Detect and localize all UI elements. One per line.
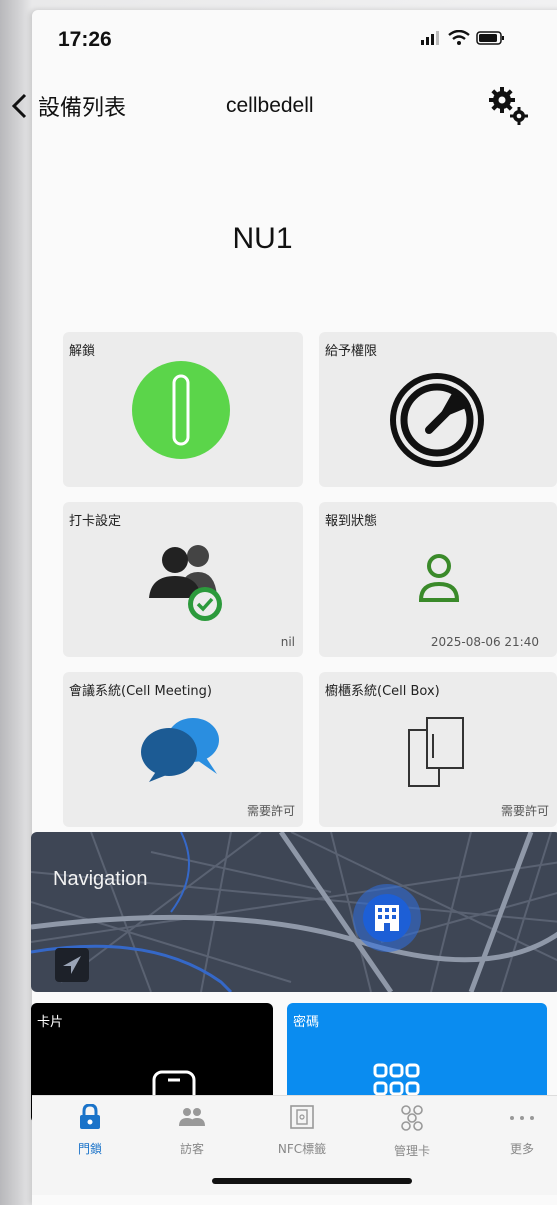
tab-door-lock[interactable]: 門鎖 [50,1103,130,1157]
tab-label: NFC標籤 [277,1142,327,1156]
wifi-icon [448,30,470,45]
permission-dial-icon [390,373,484,467]
clock-in-settings-tile[interactable]: 打卡設定 nil [63,502,303,657]
battery-icon [476,31,504,45]
tab-label: 門鎖 [77,1142,102,1156]
nfc-icon [290,1105,314,1129]
tile-label: 打卡設定 [69,514,122,529]
device-name: NU1 [232,222,293,255]
gear-icon[interactable] [488,86,528,126]
check-in-status-tile[interactable]: 報到狀態 2025-08-06 21:40 [319,502,557,657]
tab-visitors[interactable]: 訪客 [152,1104,232,1157]
tab-admin-card[interactable]: 管理卡 [372,1104,452,1159]
tile-label: 櫥櫃系統(Cell Box) [325,684,440,699]
user-icon [418,554,460,602]
tile-footer: nil [280,635,295,649]
tile-label: 卡片 [37,1015,64,1030]
home-indicator [212,1178,412,1184]
status-icons [420,30,506,46]
cell-box-tile[interactable]: 櫥櫃系統(Cell Box) 需要許可 [319,672,557,827]
lock-icon [80,1103,100,1129]
admin-card-icon [401,1105,423,1131]
map-label: Navigation [53,868,148,890]
visitors-icon [179,1108,205,1126]
chevron-left-icon [11,93,27,119]
signal-icon [421,31,439,45]
more-icon [510,1116,534,1120]
location-arrow-icon[interactable] [55,948,89,982]
tile-label: 會議系統(Cell Meeting) [69,684,212,699]
tab-label: 更多 [509,1142,534,1156]
tile-footer: 2025-08-06 21:40 [430,635,539,649]
grant-permission-tile[interactable]: 給予權限 [319,332,557,487]
cabinet-icon [408,717,464,787]
unlock-tile[interactable]: 解鎖 [63,332,303,487]
navigation-map-tile[interactable]: Navigation [31,832,557,992]
map-background [31,832,557,992]
keypad-icon [373,1063,420,1096]
unlock-icon [132,361,230,459]
back-label: 設備列表 [38,96,127,121]
cell-meeting-tile[interactable]: 會議系統(Cell Meeting) 需要許可 [63,672,303,827]
tile-label: 報到狀態 [325,514,378,529]
tile-label: 解鎖 [69,344,96,359]
tile-footer: 需要許可 [500,804,549,818]
tile-label: 給予權限 [325,344,378,359]
tab-more[interactable]: 更多 [482,1104,557,1157]
back-button[interactable]: 設備列表 [10,90,126,122]
tab-label: 訪客 [179,1142,204,1156]
users-check-icon [149,545,222,621]
tile-label: 密碼 [293,1015,320,1030]
tab-nfc-tag[interactable]: NFC標籤 [262,1104,342,1157]
tile-footer: 需要許可 [246,804,295,818]
tab-label: 管理卡 [393,1144,430,1158]
chat-bubbles-icon [141,718,219,782]
status-time: 17:26 [58,28,112,51]
page-title: cellbedell [226,94,314,117]
